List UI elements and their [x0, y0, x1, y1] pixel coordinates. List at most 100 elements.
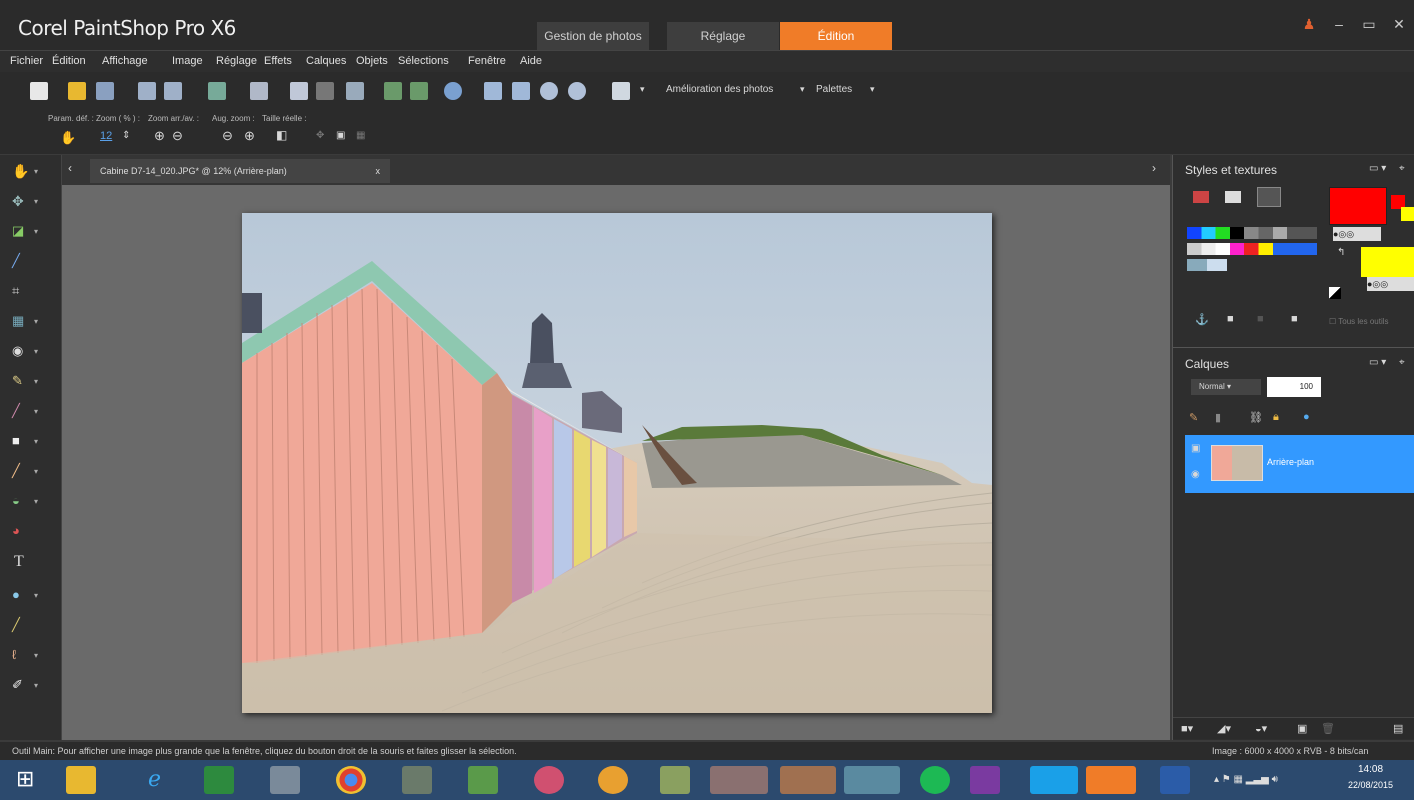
tab-edit[interactable]: Édition: [780, 22, 892, 50]
crop-tool-icon[interactable]: ⌗: [12, 283, 19, 299]
expand-arrow-icon[interactable]: ▾: [34, 197, 38, 206]
zoom-in-icon[interactable]: ⊕: [154, 128, 165, 144]
new-file-icon[interactable]: [30, 82, 48, 100]
texture-icon[interactable]: [1257, 187, 1281, 207]
move-tool-icon[interactable]: ✥: [12, 193, 24, 210]
expand-arrow-icon[interactable]: ▾: [34, 167, 38, 176]
clock-date[interactable]: 22/08/2015: [1348, 780, 1393, 790]
skype-icon[interactable]: [1030, 766, 1078, 794]
straighten-tool-icon[interactable]: ▦: [12, 313, 24, 329]
file-explorer-icon[interactable]: [66, 766, 96, 794]
tab-photo-management[interactable]: Gestion de photos: [537, 22, 649, 50]
save-as-icon[interactable]: [164, 82, 182, 100]
zoom-value-input[interactable]: 12: [100, 130, 112, 142]
pen-tool-icon[interactable]: ╱: [12, 617, 20, 633]
menu-fichier[interactable]: Fichier: [10, 55, 43, 67]
background-color[interactable]: [1361, 247, 1414, 277]
chevron-left-icon[interactable]: ‹: [68, 161, 72, 175]
new-raster-layer-icon[interactable]: ■▾: [1181, 722, 1193, 735]
flip-icon[interactable]: [384, 82, 402, 100]
expand-arrow-icon[interactable]: ▾: [34, 227, 38, 236]
print-icon[interactable]: [250, 82, 268, 100]
dodge-tool-icon[interactable]: ■: [12, 433, 20, 448]
pin-icon[interactable]: ⌖: [1399, 357, 1405, 368]
color-swatch-icon[interactable]: [1193, 191, 1209, 203]
menu-edition[interactable]: Édition: [52, 55, 86, 67]
menu-reglage[interactable]: Réglage: [216, 55, 257, 67]
tray-icons[interactable]: ▴ ⚑ ▦ ▂▃▅ 🔊︎: [1214, 774, 1278, 785]
menu-selections[interactable]: Sélections: [398, 55, 449, 67]
canvas-area[interactable]: [62, 185, 1170, 740]
makeover-tool-icon[interactable]: ✎: [12, 373, 23, 389]
mini-bg-swatch[interactable]: [1401, 207, 1414, 221]
zoom-out-icon[interactable]: ⊖: [172, 128, 183, 144]
folders-icon[interactable]: [844, 766, 900, 794]
actual-size-icon[interactable]: ◧: [276, 128, 287, 142]
chevron-right-icon[interactable]: ›: [1152, 161, 1156, 175]
paint-brush-tool-icon[interactable]: ╱: [12, 463, 20, 479]
swap-colors-icon[interactable]: ↰: [1337, 247, 1345, 258]
panel-menu-icon[interactable]: ▭ ▾: [1369, 163, 1386, 174]
mode-icon[interactable]: ■: [1227, 313, 1234, 325]
pinwheel-icon[interactable]: [598, 766, 628, 794]
eraser-tool-icon[interactable]: ◒: [12, 493, 20, 508]
selection-tool-icon[interactable]: ◪: [12, 223, 24, 239]
paint-icon[interactable]: [270, 766, 300, 794]
info-icon[interactable]: [444, 82, 462, 100]
pan-hand-icon[interactable]: ✋: [60, 130, 76, 146]
step-out-icon[interactable]: ⊖: [222, 128, 233, 144]
opacity-slider[interactable]: 100: [1267, 377, 1321, 397]
visibility-eye-icon[interactable]: ◉: [1191, 469, 1200, 480]
mask-icon[interactable]: ▮: [1215, 411, 1221, 424]
expand-arrow-icon[interactable]: ▾: [34, 347, 38, 356]
spotify-icon[interactable]: [920, 766, 950, 794]
menu-image[interactable]: Image: [172, 55, 203, 67]
start-windows-icon[interactable]: ⊞: [16, 766, 34, 792]
photos-icon[interactable]: [660, 766, 690, 794]
gimp-icon[interactable]: [402, 766, 432, 794]
swatch-row-1[interactable]: [1187, 227, 1317, 239]
close-tab-icon[interactable]: x: [376, 159, 381, 183]
resize-icon[interactable]: [346, 82, 364, 100]
lock-icon[interactable]: 🔒︎: [1273, 411, 1279, 424]
effects-icon[interactable]: ●: [1303, 411, 1310, 423]
swatch-row-3[interactable]: [1187, 259, 1227, 271]
bg-style-buttons[interactable]: ●◎◎: [1367, 277, 1414, 291]
gradient-icon[interactable]: [1225, 191, 1241, 203]
layer-group-icon[interactable]: ▣: [1191, 443, 1200, 454]
games-icon[interactable]: [534, 766, 564, 794]
mirror-icon[interactable]: [410, 82, 428, 100]
layer-row[interactable]: ▣ ◉ Arrière-plan: [1185, 435, 1414, 493]
red-eye-tool-icon[interactable]: ◉: [12, 343, 23, 359]
all-tools-checkbox[interactable]: ☐ Tous les outils: [1329, 317, 1389, 326]
adjustment-layer-icon[interactable]: ◒▾: [1255, 722, 1267, 735]
redo-icon[interactable]: [316, 82, 334, 100]
dropper-tool-icon[interactable]: ╱: [12, 253, 20, 269]
link-icon[interactable]: ⛓: [1249, 411, 1263, 424]
pin-icon[interactable]: ⌖: [1399, 163, 1405, 174]
pan-tool-icon[interactable]: ✋: [12, 163, 29, 180]
expand-arrow-icon[interactable]: ▾: [34, 467, 38, 476]
enhance-photos-menu[interactable]: Amélioration des photos: [666, 84, 773, 95]
reset-colors-icon[interactable]: [1329, 287, 1341, 299]
expand-arrow-icon[interactable]: ▾: [34, 591, 38, 600]
camera-app-icon[interactable]: [710, 766, 768, 794]
expand-arrow-icon[interactable]: ▾: [34, 651, 38, 660]
panel-options-icon[interactable]: ▤: [1393, 722, 1403, 735]
fill-tool-icon[interactable]: ◕: [12, 523, 20, 538]
minimize-button[interactable]: –: [1330, 16, 1348, 33]
menu-aide[interactable]: Aide: [520, 55, 542, 67]
panel-menu-icon[interactable]: ▭ ▾: [1369, 357, 1386, 368]
share-icon[interactable]: [208, 82, 226, 100]
onenote-icon[interactable]: [970, 766, 1000, 794]
clock-time[interactable]: 14:08: [1358, 764, 1383, 775]
copy-icon[interactable]: [612, 82, 630, 100]
maps-icon[interactable]: [468, 766, 498, 794]
palettes-menu[interactable]: Palettes: [816, 84, 852, 95]
expand-arrow-icon[interactable]: ▾: [34, 377, 38, 386]
mode-icon[interactable]: ⚓: [1195, 313, 1209, 326]
internet-explorer-icon[interactable]: ℯ: [148, 766, 161, 792]
calculator-icon[interactable]: [204, 766, 234, 794]
tab-adjust[interactable]: Réglage: [667, 22, 779, 50]
dropdown-arrow-icon[interactable]: ▾: [640, 84, 645, 95]
